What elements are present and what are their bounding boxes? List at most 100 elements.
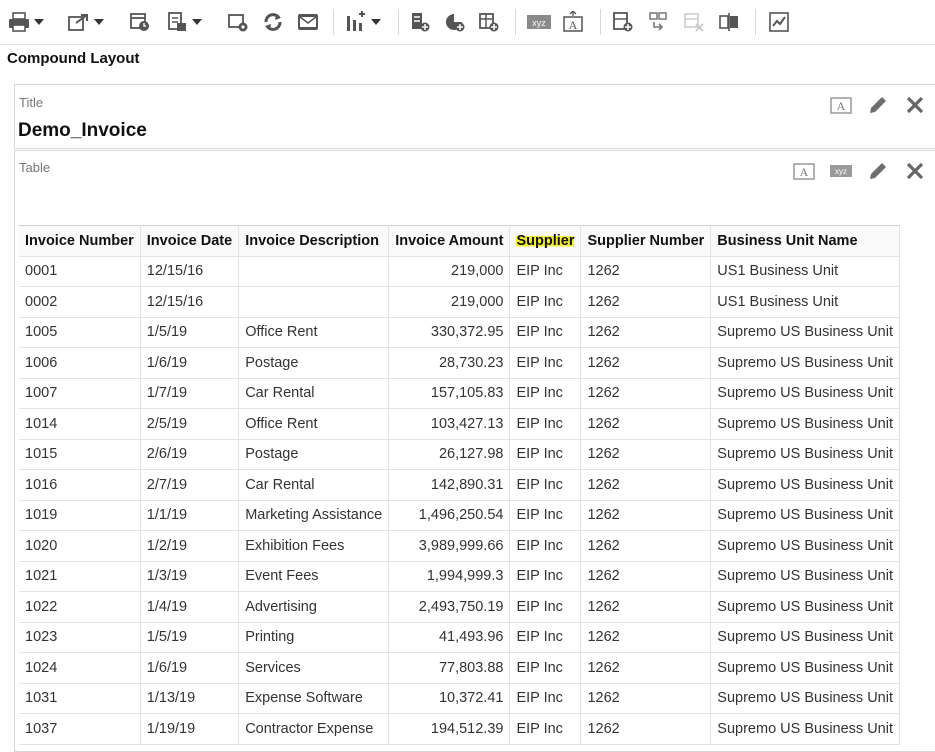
chart-button[interactable] (345, 10, 381, 34)
report-title: Demo_Invoice (18, 120, 147, 141)
table-row[interactable]: 0001 12/15/16 219,000 EIP Inc 1262 US1 Busine… (19, 255, 900, 287)
table-cell-business-unit-name: Supremo US Business Unit (710, 316, 900, 348)
table-cell-supplier: EIP Inc (509, 377, 582, 409)
layout-button[interactable] (612, 10, 634, 34)
table-cell-invoice-number: 1014 (19, 408, 141, 440)
table-cell-supplier-number: 1262 (580, 286, 712, 318)
analyze-button[interactable] (768, 10, 790, 34)
data-label-button[interactable]: xyz (829, 159, 853, 183)
table-row[interactable]: 1007 1/7/19 Car Rental 157,105.83 EIP Inc 126… (19, 377, 900, 409)
add-chart-icon (446, 14, 465, 32)
table-cell-invoice-amount: 10,372.41 (388, 682, 511, 714)
format-text-button[interactable]: A (829, 93, 853, 117)
table-row[interactable]: 1037 1/19/19 Contractor Expense 194,512.39 E… (19, 713, 900, 745)
table-cell-supplier: EIP Inc (509, 438, 582, 470)
table-cell-invoice-number: 1015 (19, 438, 141, 470)
table-cell-invoice-description: Advertising (238, 591, 390, 623)
table-row[interactable]: 1024 1/6/19 Services 77,803.88 EIP Inc 1262 Su… (19, 652, 900, 684)
table-row[interactable]: 1015 2/6/19 Postage 26,127.98 EIP Inc 1262 Sup… (19, 438, 900, 470)
format-text-button[interactable]: A (792, 159, 816, 183)
chevron-down-icon (371, 19, 381, 25)
component-actions: A (816, 93, 927, 117)
add-text-button[interactable]: A (562, 10, 584, 34)
add-table-button[interactable] (478, 10, 500, 34)
table-cell-invoice-description: Exhibition Fees (238, 530, 390, 562)
table-cell-business-unit-name: Supremo US Business Unit (710, 408, 900, 440)
table-cell-supplier-number: 1262 (580, 438, 712, 470)
table-cell-invoice-date: 1/7/19 (139, 377, 240, 409)
table-row[interactable]: 1031 1/13/19 Expense Software 10,372.41 EIP … (19, 682, 900, 714)
table-cell-supplier-number: 1262 (580, 408, 712, 440)
print-button[interactable] (8, 10, 44, 34)
table-cell-supplier: EIP Inc (509, 499, 582, 531)
table-cell-invoice-date: 2/7/19 (139, 469, 240, 501)
table-row[interactable]: 1022 1/4/19 Advertising 2,493,750.19 EIP Inc… (19, 591, 900, 623)
column-header-invoice-description[interactable]: Invoice Description (238, 225, 390, 257)
table-row[interactable]: 1006 1/6/19 Postage 28,730.23 EIP Inc 1262 Sup… (19, 347, 900, 379)
toolbar-divider (755, 9, 756, 35)
remove-button[interactable] (683, 10, 705, 34)
title-component[interactable]: Title Demo_Invoice A (14, 84, 935, 149)
job-history-button[interactable] (227, 10, 249, 34)
table-cell-invoice-description: Contractor Expense (238, 713, 390, 745)
nested-button[interactable] (647, 10, 669, 34)
table-cell-supplier-number: 1262 (580, 347, 712, 379)
table-row[interactable]: 1005 1/5/19 Office Rent 330,372.95 EIP Inc 12… (19, 316, 900, 348)
table-row[interactable]: 1023 1/5/19 Printing 41,493.96 EIP Inc 1262 Su… (19, 621, 900, 653)
edit-button[interactable] (866, 159, 890, 183)
column-header-invoice-date[interactable]: Invoice Date (139, 225, 240, 257)
export-button[interactable] (68, 10, 104, 34)
table-cell-invoice-number: 1006 (19, 347, 141, 379)
email-button[interactable] (297, 10, 319, 34)
chevron-down-icon (94, 19, 104, 25)
table-cell-supplier: EIP Inc (509, 408, 582, 440)
table-row[interactable]: 1016 2/7/19 Car Rental 142,890.31 EIP Inc 126… (19, 469, 900, 501)
table-row[interactable]: 1014 2/5/19 Office Rent 103,427.13 EIP Inc 12… (19, 408, 900, 440)
table-cell-invoice-description: Car Rental (238, 377, 390, 409)
add-chart-button[interactable] (444, 10, 466, 34)
table-row[interactable]: 1020 1/2/19 Exhibition Fees 3,989,999.66 EIP… (19, 530, 900, 562)
column-header-invoice-number[interactable]: Invoice Number (19, 225, 141, 257)
column-header-supplier-number[interactable]: Supplier Number (580, 225, 712, 257)
send-icon (168, 12, 186, 31)
table-cell-invoice-number: 0002 (19, 286, 141, 318)
table-cell-invoice-number: 1021 (19, 560, 141, 592)
table-cell-business-unit-name: Supremo US Business Unit (710, 652, 900, 684)
table-row[interactable]: 1021 1/3/19 Event Fees 1,994,999.3 EIP Inc 12… (19, 560, 900, 592)
data-label-button[interactable]: xyz (527, 10, 551, 34)
table-cell-business-unit-name: Supremo US Business Unit (710, 713, 900, 745)
send-button[interactable] (166, 10, 202, 34)
column-header-business-unit-name[interactable]: Business Unit Name (710, 225, 900, 257)
close-button[interactable] (903, 159, 927, 183)
table-cell-business-unit-name: Supremo US Business Unit (710, 560, 900, 592)
close-button[interactable] (903, 93, 927, 117)
switch-button[interactable] (718, 10, 740, 34)
schedule-button[interactable] (129, 10, 151, 34)
printer-icon (9, 12, 29, 32)
refresh-icon (264, 13, 282, 31)
table-cell-invoice-date: 12/15/16 (139, 286, 240, 318)
table-cell-invoice-number: 1022 (19, 591, 141, 623)
table-cell-supplier-number: 1262 (580, 591, 712, 623)
table-cell-supplier: EIP Inc (509, 255, 582, 287)
table-cell-business-unit-name: Supremo US Business Unit (710, 530, 900, 562)
table-component[interactable]: Table A xyz Invoice Number Invoice Date In… (14, 150, 935, 752)
table-cell-invoice-number: 1037 (19, 713, 141, 745)
table-cell-invoice-number: 1031 (19, 682, 141, 714)
table-row[interactable]: 1019 1/1/19 Marketing Assistance 1,496,250.… (19, 499, 900, 531)
column-header-invoice-amount[interactable]: Invoice Amount (388, 225, 511, 257)
add-pivot-button[interactable] (409, 10, 431, 34)
table-cell-supplier: EIP Inc (509, 652, 582, 684)
table-row[interactable]: 0002 12/15/16 219,000 EIP Inc 1262 US1 Busine… (19, 286, 900, 318)
toolbar-divider (600, 9, 601, 35)
table-cell-invoice-amount: 26,127.98 (388, 438, 511, 470)
edit-button[interactable] (866, 93, 890, 117)
column-header-supplier[interactable]: Supplier (509, 225, 582, 257)
close-icon (906, 96, 924, 114)
table-cell-invoice-amount: 41,493.96 (388, 621, 511, 653)
table-cell-business-unit-name: Supremo US Business Unit (710, 377, 900, 409)
table-cell-invoice-amount: 77,803.88 (388, 652, 511, 684)
toolbar-divider (515, 9, 516, 35)
refresh-button[interactable] (262, 10, 284, 34)
table-cell-invoice-amount: 3,989,999.66 (388, 530, 511, 562)
